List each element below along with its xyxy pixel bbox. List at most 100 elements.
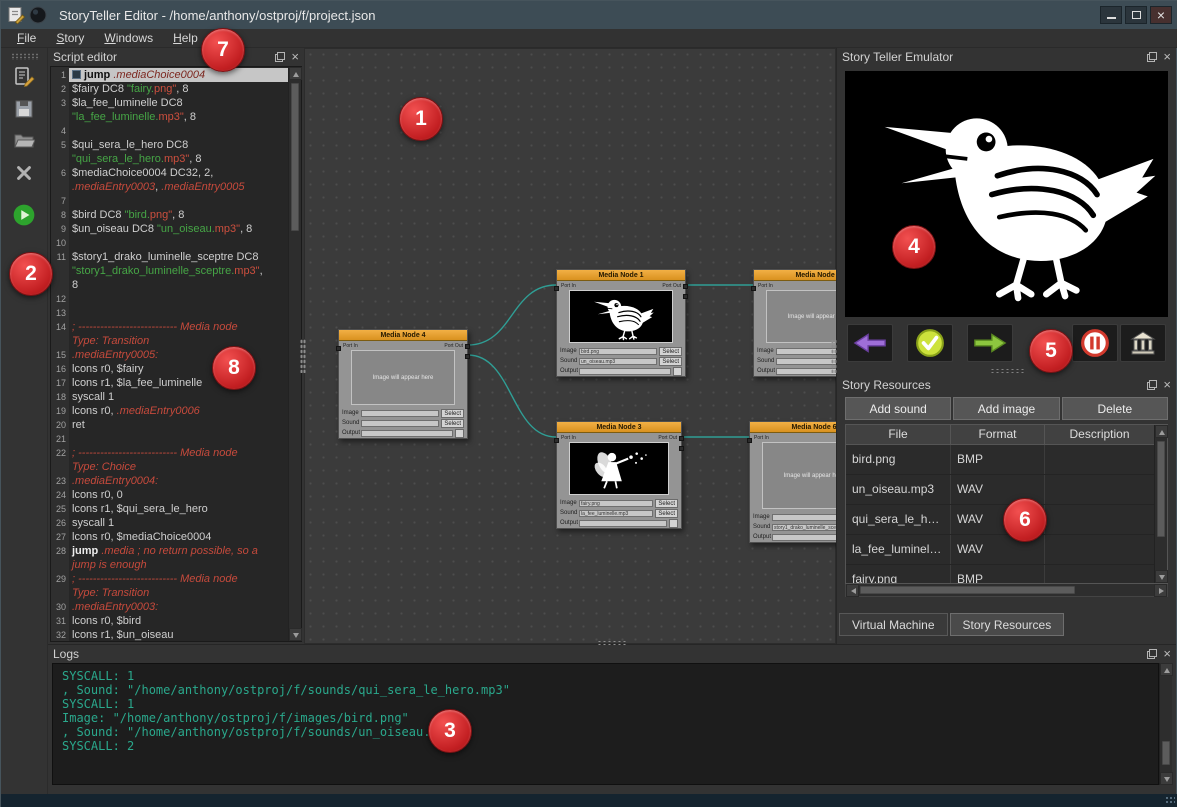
code-row[interactable]: 19lcons r0, .mediaEntry0006 — [51, 404, 288, 418]
splitter-handle-left[interactable] — [300, 339, 306, 373]
maximize-button[interactable] — [1125, 6, 1147, 24]
pause-button[interactable] — [1072, 324, 1118, 362]
scroll-right-button[interactable] — [1154, 584, 1167, 597]
format-column-header[interactable]: Format — [951, 425, 1045, 444]
file-column-header[interactable]: File — [846, 425, 951, 444]
port-in[interactable] — [554, 286, 559, 291]
output-field[interactable] — [776, 368, 836, 375]
table-row[interactable]: la_fee_luminelle.mp3WAV — [846, 535, 1154, 565]
node-canvas[interactable]: Media Node 4Port InPort OutImage will ap… — [304, 48, 836, 644]
scroll-down-button[interactable] — [289, 628, 302, 641]
code-row[interactable]: "la_fee_luminelle.mp3", 8 — [51, 110, 288, 124]
code-row[interactable]: 13 — [51, 306, 288, 320]
sound-select-button[interactable]: Select — [659, 357, 682, 366]
image-select-button[interactable]: Select — [655, 499, 678, 508]
resources-hscrollbar[interactable] — [845, 584, 1168, 597]
splitter-handle-right[interactable] — [831, 339, 837, 373]
sound-field[interactable] — [361, 420, 439, 427]
code-row[interactable]: 2$fairy DC8 "fairy.png", 8 — [51, 82, 288, 96]
port-in[interactable] — [747, 438, 752, 443]
title-bar[interactable]: StoryTeller Editor - /home/anthony/ostpr… — [1, 1, 1177, 29]
add-sound-button[interactable]: Add sound — [845, 397, 951, 420]
image-field[interactable] — [361, 410, 439, 417]
scroll-thumb[interactable] — [860, 586, 1075, 594]
output-button[interactable] — [669, 519, 678, 528]
code-row[interactable]: Type: Transition — [51, 586, 288, 600]
code-row[interactable]: 22; --------------------------- Media no… — [51, 446, 288, 460]
code-row[interactable]: .mediaEntry0003, .mediaEntry0005 — [51, 180, 288, 194]
output-field[interactable] — [579, 520, 667, 527]
code-row[interactable]: Type: Transition — [51, 334, 288, 348]
menu-file[interactable]: File — [7, 30, 46, 46]
code-row[interactable]: "qui_sera_le_hero.mp3", 8 — [51, 152, 288, 166]
resources-table-scrollbar[interactable] — [1154, 425, 1167, 583]
scroll-up-button[interactable] — [289, 67, 302, 80]
close-panel-icon[interactable]: × — [1163, 380, 1171, 390]
toolbar-grip[interactable] — [11, 53, 38, 60]
tab-virtual-machine[interactable]: Virtual Machine — [839, 613, 948, 636]
table-row[interactable]: qui_sera_le_hero.mp3WAV — [846, 505, 1154, 535]
description-column-header[interactable]: Description — [1045, 425, 1154, 444]
node-title[interactable]: Media Node 6 — [750, 422, 836, 433]
output-field[interactable] — [772, 534, 836, 541]
port-out-2[interactable] — [679, 446, 684, 451]
menu-story[interactable]: Story — [46, 30, 94, 46]
port-in[interactable] — [751, 286, 756, 291]
code-row[interactable]: 20ret — [51, 418, 288, 432]
code-row[interactable]: 12 — [51, 292, 288, 306]
splitter-handle-bottom[interactable] — [597, 640, 627, 646]
port-in[interactable] — [336, 346, 341, 351]
code-row[interactable]: 25lcons r1, $qui_sera_le_hero — [51, 502, 288, 516]
code-row[interactable]: 18syscall 1 — [51, 390, 288, 404]
logs-content[interactable]: SYSCALL: 1, Sound: "/home/anthony/ostpro… — [52, 663, 1159, 785]
port-out-1[interactable] — [465, 344, 470, 349]
previous-button[interactable] — [847, 324, 893, 362]
scroll-down-button[interactable] — [1160, 772, 1173, 785]
output-button[interactable] — [455, 429, 464, 438]
output-button[interactable] — [673, 367, 682, 376]
float-panel-icon[interactable] — [1147, 52, 1157, 62]
code-row[interactable]: 30.mediaEntry0003: — [51, 600, 288, 614]
float-panel-icon[interactable] — [1147, 649, 1157, 659]
media-node[interactable]: Media Node 5Port InPort OutImage will ap… — [753, 269, 836, 377]
node-title[interactable]: Media Node 1 — [557, 270, 685, 281]
sound-select-button[interactable]: Select — [655, 509, 678, 518]
scroll-up-button[interactable] — [1155, 425, 1168, 438]
code-row[interactable]: 32lcons r1, $un_oiseau — [51, 628, 288, 641]
close-panel-icon[interactable]: × — [291, 52, 299, 62]
port-out-1[interactable] — [679, 436, 684, 441]
code-row[interactable]: 31lcons r0, $bird — [51, 614, 288, 628]
media-node[interactable]: Media Node 6Port InPort OutImage will ap… — [749, 421, 836, 543]
next-button[interactable] — [967, 324, 1013, 362]
image-field[interactable] — [776, 348, 836, 355]
code-row[interactable]: 6$mediaChoice0004 DC32, 2, — [51, 166, 288, 180]
image-field[interactable] — [772, 514, 836, 521]
delete-button[interactable] — [11, 160, 37, 186]
resize-grip[interactable] — [1165, 796, 1175, 805]
code-row[interactable]: 10 — [51, 236, 288, 250]
close-button[interactable]: × — [1150, 6, 1172, 24]
delete-resource-button[interactable]: Delete — [1062, 397, 1168, 420]
image-field[interactable]: bird.png — [579, 348, 657, 355]
table-row[interactable]: bird.pngBMP — [846, 445, 1154, 475]
scroll-down-button[interactable] — [1155, 570, 1168, 583]
scroll-thumb[interactable] — [291, 83, 299, 231]
table-row[interactable]: fairy.pngBMP — [846, 565, 1154, 583]
code-row[interactable]: 8$bird DC8 "bird.png", 8 — [51, 208, 288, 222]
image-field[interactable]: fairy.png — [579, 500, 653, 507]
tab-story-resources[interactable]: Story Resources — [950, 613, 1065, 636]
code-row[interactable]: 11$story1_drako_luminelle_sceptre DC8 — [51, 250, 288, 264]
validate-button[interactable] — [907, 324, 953, 362]
media-node[interactable]: Media Node 4Port InPort OutImage will ap… — [338, 329, 468, 439]
scroll-thumb[interactable] — [1157, 441, 1165, 537]
float-panel-icon[interactable] — [275, 52, 285, 62]
output-field[interactable] — [579, 368, 671, 375]
home-button[interactable] — [1120, 324, 1166, 362]
code-row[interactable]: 29; --------------------------- Media no… — [51, 572, 288, 586]
sound-select-button[interactable]: Select — [441, 419, 464, 428]
panel-splitter-handle[interactable] — [990, 368, 1024, 374]
run-button[interactable] — [11, 202, 37, 228]
node-title[interactable]: Media Node 5 — [754, 270, 836, 281]
output-field[interactable] — [361, 430, 453, 437]
port-out-2[interactable] — [465, 354, 470, 359]
